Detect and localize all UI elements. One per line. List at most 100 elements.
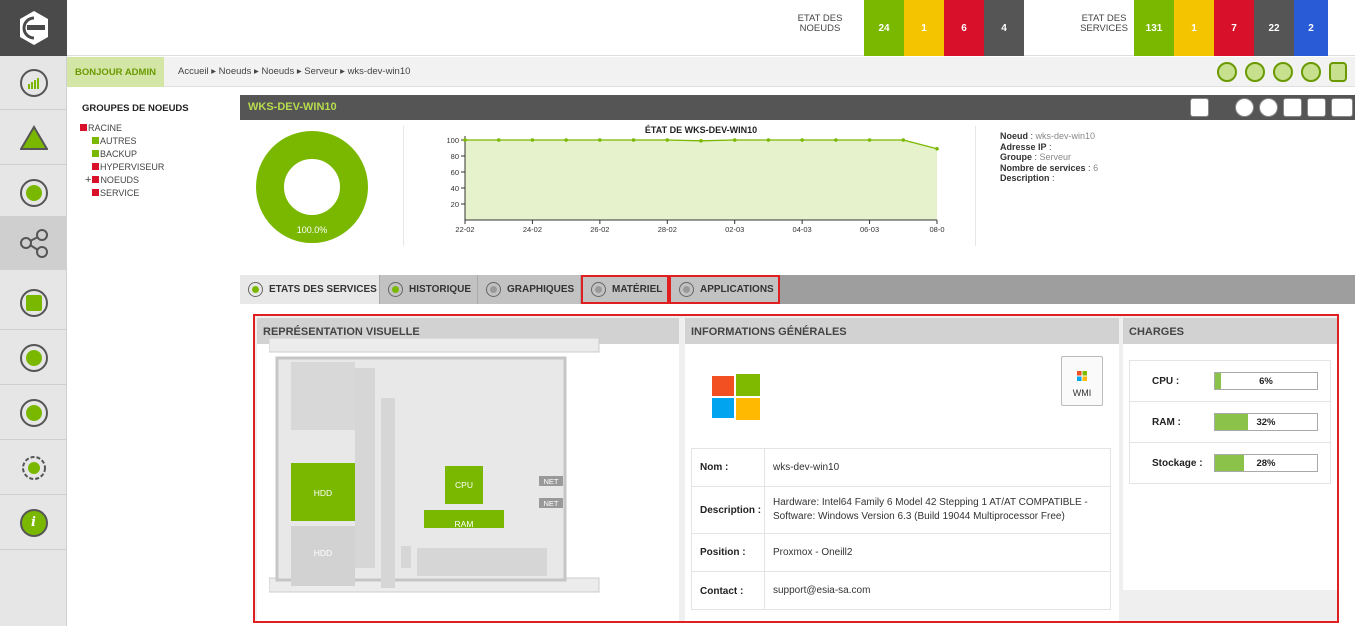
info-key: Description : [700,504,762,516]
nodes-warning-count[interactable]: 1 [904,0,944,56]
document-icon [19,288,48,317]
tab-etats-des-services[interactable]: ETATS DES SERVICES [240,275,380,304]
ram-load-bar: 32% [1214,413,1318,431]
node-groups-tree: RACINE AUTRES BACKUP HYPERVISEUR + NOEUDS… [80,122,227,200]
services-unknown-count[interactable]: 22 [1254,0,1294,56]
visual-representation-panel: REPRÉSENTATION VISUELLE HDD HDD CPU RAM … [257,318,679,621]
clock-icon[interactable] [1301,62,1321,82]
chart-point [800,138,804,142]
services-status-label-line2: SERVICES [1080,23,1128,34]
tab-label: ETATS DES SERVICES [269,284,377,295]
mail-icon[interactable] [1245,62,1265,82]
info-section-title: INFORMATIONS GÉNÉRALES [685,318,1119,344]
chassis-top [269,338,600,353]
services-pending-count[interactable]: 2 [1294,0,1328,56]
detail-value: 6 [1093,162,1099,173]
nodes-ok-count[interactable]: 24 [864,0,904,56]
detail-ip: Adresse IP : [1000,141,1052,152]
reports-nav-button[interactable] [0,276,67,330]
nodes-status-label: ETAT DES NOEUDS [795,14,845,34]
ram-load-value: 32% [1256,417,1276,428]
history-nav-button[interactable] [0,166,67,220]
wrench-icon[interactable] [1235,98,1254,117]
nodes-critical-count[interactable]: 6 [944,0,984,56]
tree-item-racine[interactable]: RACINE [80,122,227,135]
info-key: Position : [700,547,746,558]
node-groups-title: GROUPES DE NOEUDS [82,103,189,114]
services-ok-count[interactable]: 131 [1134,0,1174,56]
chart-icon [486,282,501,297]
warning-triangle-icon [19,124,48,150]
detail-label: Description [1000,173,1050,183]
chart-x-tick-label: 02-03 [725,225,744,234]
status-square-icon [92,137,99,144]
user-settings-icon[interactable] [1307,98,1326,117]
tree-item-hyperviseur[interactable]: HYPERVISEUR [92,161,227,174]
charge-label: CPU : [1152,375,1180,387]
tab-historique[interactable]: HISTORIQUE [380,275,478,304]
info-value: wks-dev-win10 [764,449,1110,486]
charge-row-stockage: Stockage : 28% [1129,443,1331,484]
network-nav-button[interactable] [0,386,67,440]
tab-materiel[interactable]: MATÉRIEL [581,275,669,304]
tree-item-label: NOEUDS [100,175,139,185]
tab-graphiques[interactable]: GRAPHIQUES [478,275,581,304]
services-warning-count[interactable]: 1 [1174,0,1214,56]
info-nav-button[interactable]: i [0,496,67,550]
chart-point [935,147,939,151]
chart-y-tick-label: 20 [451,200,459,209]
tree-item-noeuds[interactable]: + NOEUDS [85,174,227,187]
detail-label: Nombre de services [1000,162,1086,173]
refresh-icon[interactable] [1259,98,1278,117]
nodes-unknown-count[interactable]: 4 [984,0,1024,56]
chart-y-tick-label: 100 [446,136,459,145]
node-header-bar: WKS-DEV-WIN10 [240,95,1355,120]
breadcrumb[interactable]: Accueil ▸ Noeuds ▸ Noeuds ▸ Serveur ▸ wk… [178,66,410,77]
tree-item-backup[interactable]: BACKUP [92,148,227,161]
detail-value: Serveur [1039,152,1072,162]
info-value: Hardware: Intel64 Family 6 Model 42 Step… [764,487,1110,533]
dashboard-nav-button[interactable] [0,56,67,110]
state-chart: ÉTAT DE WKS-DEV-WIN10 100 80 60 40 20 22-02 24-… [446,125,944,234]
node-tabs: ETATS DES SERVICES HISTORIQUE GRAPHIQUES… [240,275,1355,304]
expand-plus-icon[interactable]: + [85,174,91,186]
charges-panel: CHARGES CPU : 6% RAM : 32% Stockage : 28% [1123,318,1337,590]
charge-label: Stockage : [1152,457,1203,469]
app-logo[interactable] [0,0,67,56]
top-status-bar: ETAT DES NOEUDS 24 1 6 4 ETAT DES SERVICES… [67,0,1355,56]
detail-nbservices: Nombre de services : 6 [1000,162,1099,173]
tree-item-label: AUTRES [100,136,137,146]
materiel-content: REPRÉSENTATION VISUELLE HDD HDD CPU RAM … [253,314,1339,623]
dashboard-icon [19,68,48,97]
settings-nav-button[interactable] [0,441,67,495]
config-icon[interactable] [1331,98,1353,117]
services-critical-count[interactable]: 7 [1214,0,1254,56]
divider [975,126,976,246]
info-key: Contact : [700,585,744,597]
tab-label: APPLICATIONS [700,284,774,295]
node-title: WKS-DEV-WIN10 [248,101,337,113]
lock-icon[interactable] [1329,62,1347,82]
tools-icon [19,343,48,372]
tools-nav-button[interactable] [0,331,67,385]
chart-point [496,138,501,142]
alerts-nav-button[interactable] [0,111,67,165]
comment-icon[interactable] [1190,98,1209,117]
status-square-icon [92,189,99,196]
tree-item-service[interactable]: SERVICE [92,187,227,200]
search-icon[interactable] [1273,62,1293,82]
wmi-button[interactable]: WMI [1061,356,1103,406]
detail-groupe: Groupe : Serveur [1000,152,1072,162]
user-icon[interactable] [1217,62,1237,82]
hdd-1-label: HDD [314,488,332,498]
nodes-status-label-line2: NOEUDS [799,23,841,34]
nodes-nav-button[interactable] [0,216,67,270]
chart-x-tick-label: 04-03 [793,225,812,234]
node-details: Noeud : wks-dev-win10 Adresse IP : Group… [1000,131,1098,184]
tab-applications[interactable]: APPLICATIONS [669,275,780,304]
info-icon: i [19,508,48,537]
chart-y-tick-label: 40 [451,184,459,193]
edit-icon[interactable] [1283,98,1302,117]
status-square-icon [80,124,87,131]
tree-item-autres[interactable]: AUTRES [92,135,227,148]
